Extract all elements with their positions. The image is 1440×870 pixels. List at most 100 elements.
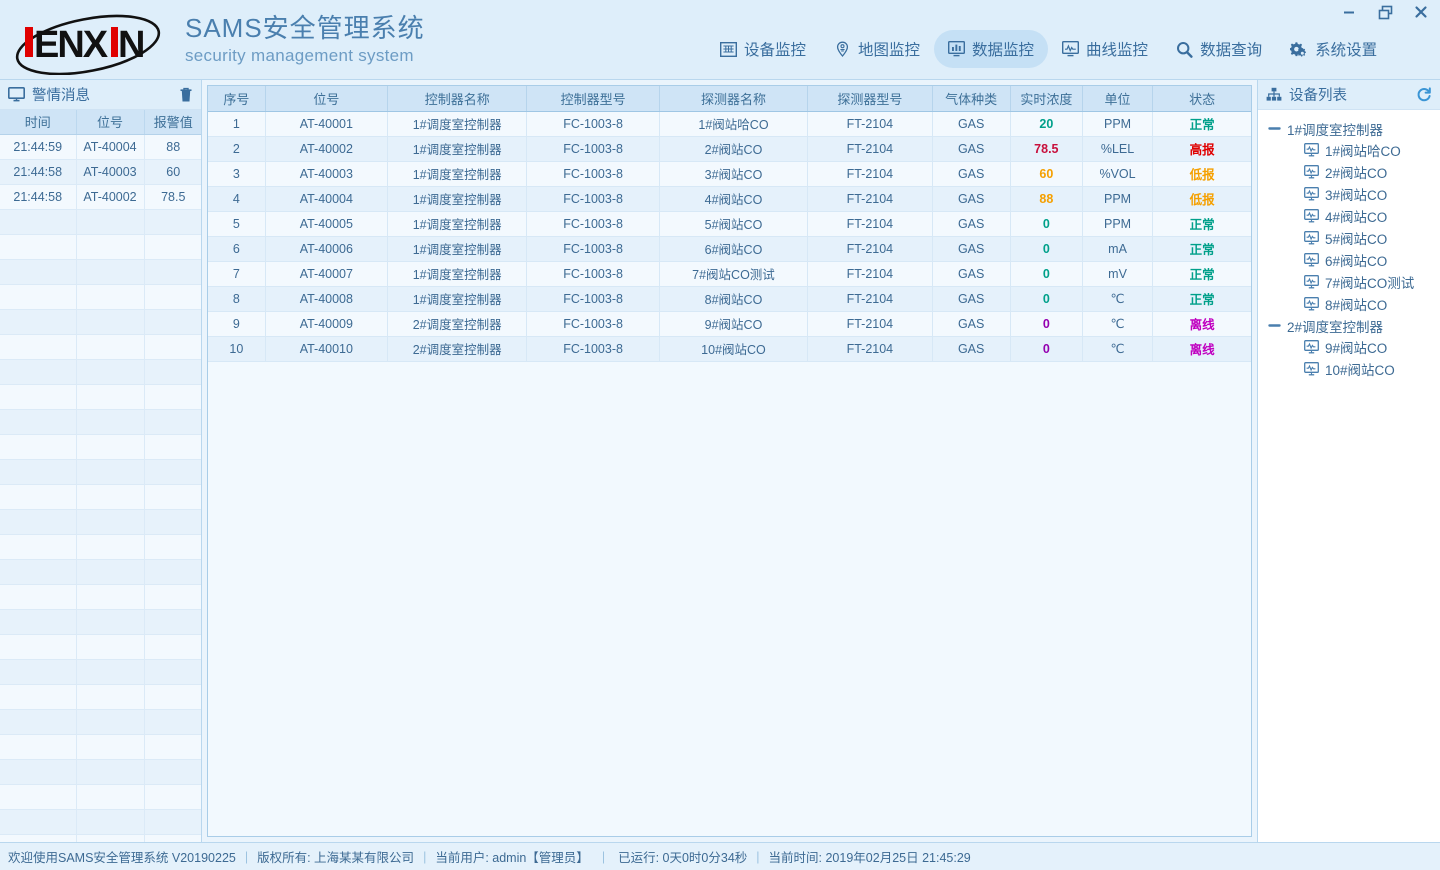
grid-cell-gas: GAS [932, 111, 1011, 137]
alarm-row[interactable]: 21:44:58 AT-40002 78.5 [0, 184, 201, 210]
alarm-cell-empty [0, 209, 77, 235]
alarm-cell: 21:44:59 [0, 134, 77, 160]
alarm-cell-empty [0, 759, 77, 785]
grid-cell-status: 正常 [1152, 236, 1251, 262]
alarm-cell-empty [0, 684, 77, 710]
sitemap-icon [1266, 87, 1282, 102]
waveform-monitor-icon [1304, 253, 1319, 267]
waveform-monitor-icon [1304, 362, 1319, 376]
alarm-cell-empty [0, 359, 77, 385]
trash-icon[interactable] [179, 87, 193, 103]
table-row[interactable]: 10 AT-40010 2#调度室控制器 FC-1003-8 10#阀站CO FT-210… [208, 336, 1251, 362]
alarm-row[interactable]: 21:44:58 AT-40003 60 [0, 159, 201, 185]
nav-item-data-query[interactable]: 数据查询 [1162, 30, 1276, 68]
alarm-row-empty [0, 259, 201, 285]
alarm-row-empty [0, 334, 201, 360]
status-welcome: 欢迎使用SAMS安全管理系统 V20190225 [8, 851, 236, 865]
grid-cell-tag: AT-40008 [265, 286, 389, 312]
tree-leaf-node[interactable]: 6#阀站CO [1258, 249, 1440, 271]
waveform-monitor-icon [1304, 275, 1319, 289]
minus-icon[interactable] [1268, 319, 1281, 332]
tree-leaf-node[interactable]: 7#阀站CO测试 [1258, 271, 1440, 293]
tree-leaf-node[interactable]: 5#阀站CO [1258, 227, 1440, 249]
grid-cell-controller: 1#调度室控制器 [387, 186, 528, 212]
alarm-row-empty [0, 209, 201, 235]
grid-column-header[interactable]: 实时浓度 [1010, 86, 1083, 112]
grid-column-header[interactable]: 序号 [208, 86, 266, 112]
close-icon[interactable] [1412, 3, 1430, 21]
table-row[interactable]: 4 AT-40004 1#调度室控制器 FC-1003-8 4#阀站CO FT-2104 G… [208, 186, 1251, 212]
alarm-list-scroll[interactable]: 时间 位号 报警值 21:44:59 AT-40004 88 21:44:58 AT-400… [0, 110, 201, 842]
alarm-row-empty [0, 434, 201, 460]
grid-cell-detector: 1#阀站哈CO [659, 111, 809, 137]
grid-column-header[interactable]: 气体种类 [932, 86, 1011, 112]
grid-column-header[interactable]: 探测器名称 [659, 86, 809, 112]
waveform-monitor-icon [1304, 297, 1319, 311]
tree-leaf-label: 7#阀站CO测试 [1325, 276, 1415, 291]
tree-leaf-node[interactable]: 2#阀站CO [1258, 161, 1440, 183]
grid-cell-detector-model: FT-2104 [807, 211, 933, 237]
tree-leaf-label: 10#阀站CO [1325, 363, 1395, 378]
grid-cell-no: 1 [208, 111, 266, 137]
grid-column-header[interactable]: 控制器型号 [526, 86, 660, 112]
nav-item-system-settings[interactable]: 系统设置 [1276, 30, 1391, 68]
grid-cell-no: 6 [208, 236, 266, 262]
alarm-cell-empty [0, 584, 77, 610]
restore-icon[interactable] [1376, 3, 1394, 21]
nav-item-map-monitor[interactable]: 地图监控 [820, 30, 934, 68]
tree-leaf-label: 5#阀站CO [1325, 232, 1388, 247]
grid-cell-controller-model: FC-1003-8 [526, 161, 660, 187]
grid-column-header[interactable]: 位号 [265, 86, 389, 112]
alarm-row-empty [0, 734, 201, 760]
table-row[interactable]: 5 AT-40005 1#调度室控制器 FC-1003-8 5#阀站CO FT-2104 G… [208, 211, 1251, 237]
tree-leaf-node[interactable]: 4#阀站CO [1258, 205, 1440, 227]
tree-leaf-node[interactable]: 10#阀站CO [1258, 358, 1440, 380]
grid-column-header[interactable]: 状态 [1152, 86, 1251, 112]
grid-cell-value: 20 [1010, 111, 1083, 137]
alarm-cell-empty [144, 684, 201, 710]
refresh-icon[interactable] [1416, 86, 1432, 103]
status-copyright: 版权所有: 上海某某有限公司 [257, 851, 415, 865]
table-row[interactable]: 3 AT-40003 1#调度室控制器 FC-1003-8 3#阀站CO FT-2104 G… [208, 161, 1251, 187]
table-row[interactable]: 7 AT-40007 1#调度室控制器 FC-1003-8 7#阀站CO测试 FT-210… [208, 261, 1251, 287]
alarm-row-empty [0, 609, 201, 635]
nav-item-device-monitor[interactable]: 设备监控 [706, 30, 820, 68]
tree-group-node[interactable]: 1#调度室控制器 [1258, 118, 1440, 139]
table-row[interactable]: 1 AT-40001 1#调度室控制器 FC-1003-8 1#阀站哈CO FT-2104… [208, 111, 1251, 137]
table-row[interactable]: 8 AT-40008 1#调度室控制器 FC-1003-8 8#阀站CO FT-2104 G… [208, 286, 1251, 312]
grid-cell-controller-model: FC-1003-8 [526, 186, 660, 212]
grid-column-header[interactable]: 探测器型号 [807, 86, 933, 112]
grid-column-header[interactable]: 控制器名称 [387, 86, 528, 112]
application-window: ENX N SAMS安全管理系统 security management sys… [0, 0, 1440, 870]
tree-leaf-node[interactable]: 1#阀站哈CO [1258, 139, 1440, 161]
grid-cell-status: 正常 [1152, 211, 1251, 237]
minus-icon[interactable] [1268, 122, 1281, 135]
nav-item-data-monitor[interactable]: 数据监控 [934, 30, 1049, 68]
alarm-cell-empty [76, 459, 145, 485]
grid-cell-tag: AT-40003 [265, 161, 389, 187]
alarm-cell: 60 [144, 159, 201, 185]
tree-leaf-node[interactable]: 3#阀站CO [1258, 183, 1440, 205]
tree-group-node[interactable]: 2#调度室控制器 [1258, 315, 1440, 336]
alarm-cell-empty [144, 584, 201, 610]
app-title-en: security management system [185, 45, 414, 65]
alarm-cell-empty [0, 834, 77, 842]
tree-leaf-node[interactable]: 8#阀站CO [1258, 293, 1440, 315]
grid-cell-no: 5 [208, 211, 266, 237]
minimize-icon[interactable] [1340, 3, 1358, 21]
alarm-cell: AT-40003 [76, 159, 145, 185]
table-row[interactable]: 6 AT-40006 1#调度室控制器 FC-1003-8 6#阀站CO FT-2104 G… [208, 236, 1251, 262]
alarm-panel: 警情消息 时间 位号 报警值 21:44:59 AT-40004 88 21:44:58 A… [0, 80, 202, 842]
alarm-table-body: 21:44:59 AT-40004 88 21:44:58 AT-40003 60 21:4… [0, 134, 201, 842]
grid-cell-status: 低报 [1152, 186, 1251, 212]
tree-leaf-node[interactable]: 9#阀站CO [1258, 336, 1440, 358]
table-row[interactable]: 9 AT-40009 2#调度室控制器 FC-1003-8 9#阀站CO FT-2104 G… [208, 311, 1251, 337]
grid-cell-unit: %LEL [1082, 136, 1154, 162]
grid-column-header[interactable]: 单位 [1082, 86, 1154, 112]
data-grid-empty-area [208, 361, 1251, 836]
grid-cell-unit: %VOL [1082, 161, 1154, 187]
status-current-user: 当前用户: admin【管理员】 [435, 851, 589, 865]
nav-item-curve-monitor[interactable]: 曲线监控 [1048, 30, 1162, 68]
alarm-row[interactable]: 21:44:59 AT-40004 88 [0, 134, 201, 160]
table-row[interactable]: 2 AT-40002 1#调度室控制器 FC-1003-8 2#阀站CO FT-2104 G… [208, 136, 1251, 162]
